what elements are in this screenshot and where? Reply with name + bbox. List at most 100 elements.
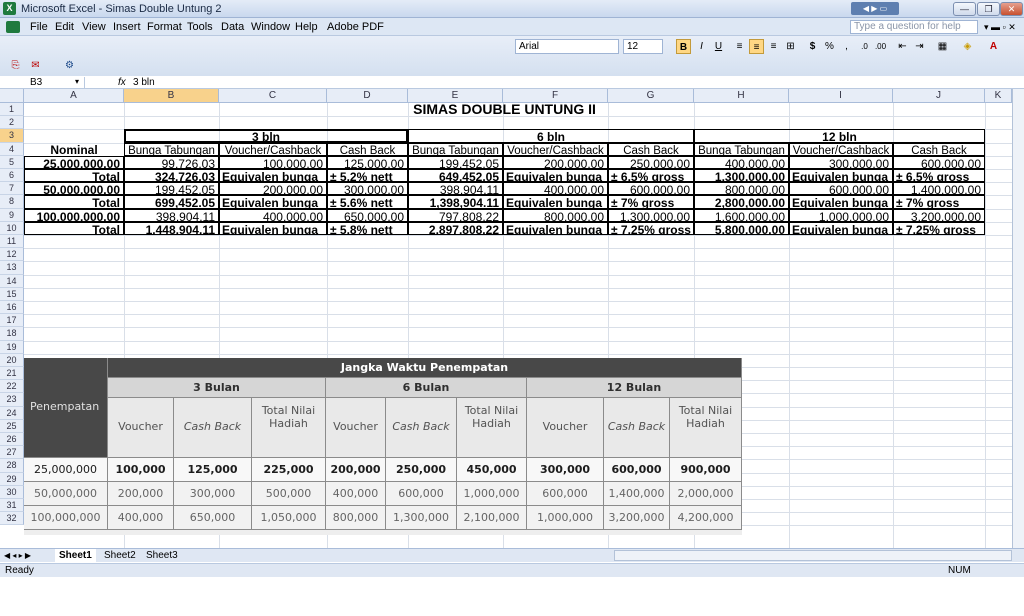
- row-header-9[interactable]: 9: [0, 208, 24, 222]
- data-cell[interactable]: 300,000.00: [327, 182, 408, 196]
- data-cell[interactable]: 1,300,000.00: [694, 169, 789, 183]
- row-header-1[interactable]: 1: [0, 103, 24, 117]
- data-cell[interactable]: 1,000,000.00: [789, 208, 893, 222]
- row-header-14[interactable]: 14: [0, 274, 24, 288]
- row-header-18[interactable]: 18: [0, 327, 24, 341]
- data-cell[interactable]: Equivalen bunga: [219, 169, 327, 183]
- font-name-select[interactable]: Arial: [515, 39, 619, 54]
- select-all-corner[interactable]: [0, 89, 24, 103]
- data-cell[interactable]: 2,897,808.22: [408, 221, 503, 235]
- column-header-i[interactable]: I: [789, 89, 893, 103]
- row-header-8[interactable]: 8: [0, 195, 24, 209]
- help-dropdown-icon[interactable]: ▾ ▬ ▫ ✕: [984, 22, 1016, 33]
- percent-button[interactable]: %: [822, 39, 837, 54]
- data-cell[interactable]: Equivalen bunga: [503, 195, 608, 209]
- menu-tools[interactable]: Tools: [187, 21, 213, 33]
- row-header-22[interactable]: 22: [0, 380, 24, 394]
- row-header-11[interactable]: 11: [0, 235, 24, 249]
- close-button[interactable]: ✕: [1000, 2, 1023, 16]
- data-cell[interactable]: ± 6.5% gross: [893, 169, 985, 183]
- row-header-25[interactable]: 25: [0, 419, 24, 433]
- pdf-convert-icon[interactable]: ⎘: [8, 58, 23, 73]
- sub-header[interactable]: Cash Back: [608, 142, 694, 156]
- decrease-indent-icon[interactable]: ⇤: [895, 39, 910, 54]
- row-header-3[interactable]: 3: [0, 129, 24, 143]
- data-cell[interactable]: 3,200,000.00: [893, 208, 985, 222]
- menu-format[interactable]: Format: [147, 21, 182, 33]
- total-label[interactable]: Total: [24, 195, 124, 209]
- row-header-27[interactable]: 27: [0, 446, 24, 460]
- data-cell[interactable]: Equivalen bunga: [219, 221, 327, 235]
- data-cell[interactable]: 1,448,904.11: [124, 221, 219, 235]
- workbook-icon[interactable]: [6, 21, 20, 33]
- merge-center-icon[interactable]: ⊞: [783, 39, 798, 54]
- row-header-15[interactable]: 15: [0, 287, 24, 301]
- data-cell[interactable]: 200,000.00: [503, 155, 608, 169]
- row-header-21[interactable]: 21: [0, 367, 24, 381]
- pasted-photo-table[interactable]: Penempatan Jangka Waktu Penempatan 3 Bul…: [24, 358, 742, 535]
- data-cell[interactable]: 398,904.11: [124, 208, 219, 222]
- data-cell[interactable]: 600,000.00: [789, 182, 893, 196]
- row-header-20[interactable]: 20: [0, 353, 24, 367]
- data-cell[interactable]: 1,600,000.00: [694, 208, 789, 222]
- total-label[interactable]: Total: [24, 169, 124, 183]
- data-cell[interactable]: ± 7% gross: [608, 195, 694, 209]
- data-cell[interactable]: Equivalen bunga: [789, 221, 893, 235]
- data-cell[interactable]: 1,300,000.00: [608, 208, 694, 222]
- data-cell[interactable]: ± 5.2% nett: [327, 169, 408, 183]
- data-cell[interactable]: 398,904.11: [408, 182, 503, 196]
- row-header-31[interactable]: 31: [0, 499, 24, 513]
- sub-header[interactable]: Cash Back: [327, 142, 408, 156]
- data-cell[interactable]: 125,000.00: [327, 155, 408, 169]
- data-cell[interactable]: 300,000.00: [789, 155, 893, 169]
- menu-view[interactable]: View: [82, 21, 106, 33]
- sub-header[interactable]: Voucher/Cashback: [789, 142, 893, 156]
- row-header-13[interactable]: 13: [0, 261, 24, 275]
- row-header-29[interactable]: 29: [0, 472, 24, 486]
- data-cell[interactable]: 600,000.00: [893, 155, 985, 169]
- data-cell[interactable]: Equivalen bunga: [503, 169, 608, 183]
- data-cell[interactable]: 324,726.03: [124, 169, 219, 183]
- excel-icon[interactable]: X: [3, 2, 16, 15]
- data-cell[interactable]: 400,000.00: [503, 182, 608, 196]
- data-cell[interactable]: ± 7% gross: [893, 195, 985, 209]
- row-header-12[interactable]: 12: [0, 248, 24, 262]
- data-cell[interactable]: 800,000.00: [694, 182, 789, 196]
- total-label[interactable]: Total: [24, 221, 124, 235]
- data-cell[interactable]: ± 7.25% gross: [893, 221, 985, 235]
- data-cell[interactable]: 649,452.05: [408, 169, 503, 183]
- data-cell[interactable]: ± 5.6% nett: [327, 195, 408, 209]
- row-header-23[interactable]: 23: [0, 393, 24, 407]
- data-cell[interactable]: 800,000.00: [503, 208, 608, 222]
- column-header-b[interactable]: B: [124, 89, 219, 103]
- fill-color-icon[interactable]: ◈: [960, 39, 975, 54]
- data-cell[interactable]: ± 7.25% gross: [608, 221, 694, 235]
- formula-input[interactable]: 3 bln: [133, 77, 155, 88]
- sub-header[interactable]: Voucher/Cashback: [219, 142, 327, 156]
- data-cell[interactable]: 600,000.00: [608, 182, 694, 196]
- sub-header[interactable]: Cash Back: [893, 142, 985, 156]
- row-header-7[interactable]: 7: [0, 182, 24, 196]
- currency-button[interactable]: $: [805, 39, 820, 54]
- maximize-button[interactable]: ❐: [977, 2, 1000, 16]
- menu-file[interactable]: File: [30, 21, 48, 33]
- name-box[interactable]: B3: [0, 77, 85, 89]
- data-cell[interactable]: 5,800,000.00: [694, 221, 789, 235]
- row-header-16[interactable]: 16: [0, 301, 24, 315]
- sub-header[interactable]: Bunga Tabungan: [124, 142, 219, 156]
- name-box-dropdown-icon[interactable]: ▾: [75, 77, 79, 86]
- row-header-32[interactable]: 32: [0, 512, 24, 526]
- period-header[interactable]: 6 bln: [408, 129, 694, 143]
- data-cell[interactable]: 650,000.00: [327, 208, 408, 222]
- sub-header[interactable]: Voucher/Cashback: [503, 142, 608, 156]
- row-header-2[interactable]: 2: [0, 116, 24, 130]
- menu-adobe-pdf[interactable]: Adobe PDF: [327, 21, 384, 33]
- font-color-icon[interactable]: A: [986, 39, 1001, 54]
- column-header-h[interactable]: H: [694, 89, 789, 103]
- data-cell[interactable]: 99,726.03: [124, 155, 219, 169]
- data-cell[interactable]: 400,000.00: [694, 155, 789, 169]
- column-header-j[interactable]: J: [893, 89, 985, 103]
- period-header[interactable]: 12 bln: [694, 129, 985, 143]
- font-size-select[interactable]: 12: [623, 39, 663, 54]
- data-cell[interactable]: ± 6.5% gross: [608, 169, 694, 183]
